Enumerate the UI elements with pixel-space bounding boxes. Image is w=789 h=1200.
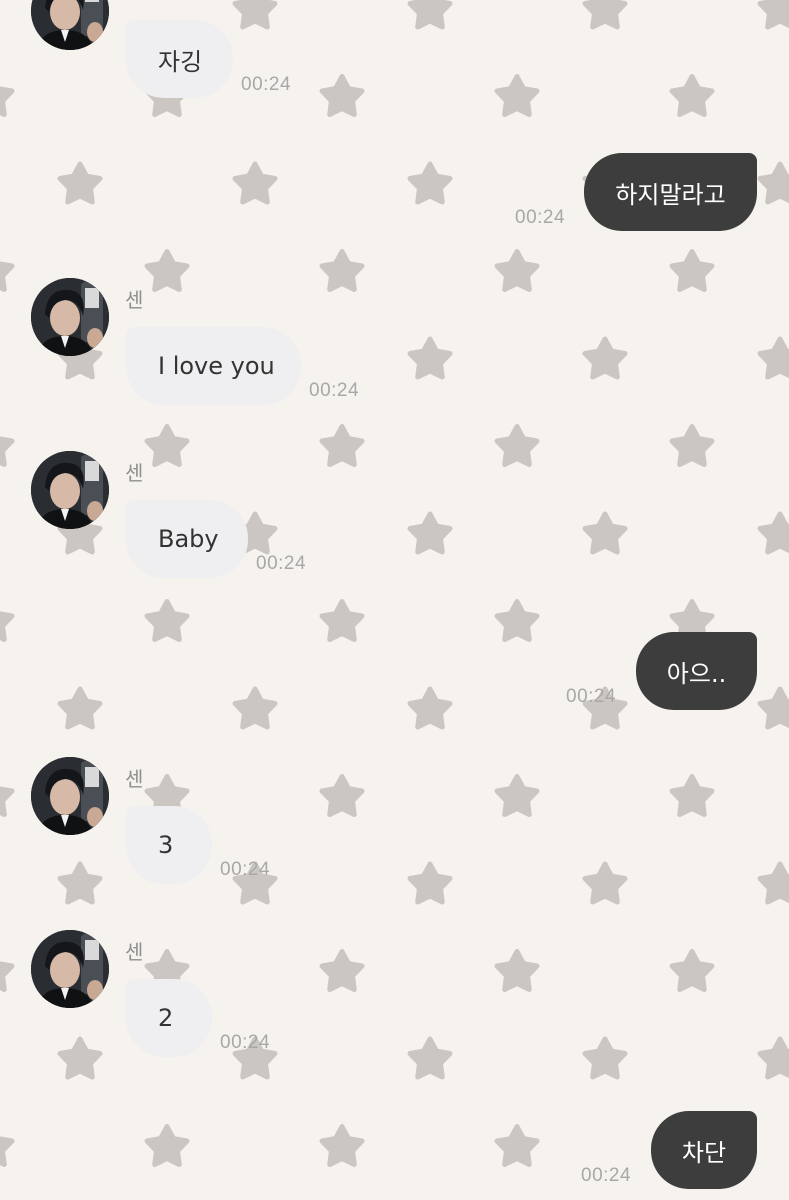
sender-avatar[interactable] [31,757,109,835]
sender-avatar[interactable] [31,930,109,1008]
star-icon [494,1124,540,1167]
star-icon [319,74,365,117]
star-icon [582,1036,628,1080]
portrait-image [31,278,109,356]
sender-name: 센 [125,940,144,964]
star-icon [757,336,789,380]
star-icon [669,249,715,292]
star-icon [0,86,15,117]
star-icon [144,424,190,467]
star-icon [0,1136,15,1167]
star-icon [232,686,278,730]
message-bubble[interactable]: 하지말라고 [584,153,757,231]
star-icon [232,0,278,30]
message-bubble[interactable]: I love you [126,327,301,405]
message-timestamp: 00:24 [241,74,292,95]
message-timestamp: 00:24 [566,686,617,707]
message-timestamp: 00:24 [581,1165,632,1186]
star-icon [757,1036,789,1080]
portrait-image [31,451,109,529]
message-timestamp: 00:24 [309,380,360,401]
portrait-image [31,757,109,835]
star-icon [669,74,715,117]
star-icon [582,511,628,555]
star-icon [407,686,453,730]
star-icon [319,249,365,292]
star-icon [407,336,453,380]
sender-avatar[interactable] [31,451,109,529]
star-icon [757,686,789,730]
message-bubble[interactable]: 2 [126,979,212,1057]
star-icon [757,161,789,205]
star-icon [0,436,15,467]
star-icon [319,424,365,467]
star-icon [407,511,453,555]
star-icon [57,1036,103,1080]
star-icon [494,424,540,467]
message-bubble[interactable]: 자깅 [126,20,233,98]
star-icon [232,161,278,205]
star-icon [757,0,789,30]
star-icon [582,0,628,30]
star-icon [494,74,540,117]
star-icon [319,949,365,992]
star-icon [144,599,190,642]
star-icon [407,0,453,30]
message-bubble[interactable]: 차단 [651,1111,757,1189]
star-icon [407,1036,453,1080]
star-icon [144,249,190,292]
message-timestamp: 00:24 [256,553,307,574]
star-icon [0,261,15,292]
message-timestamp: 00:24 [515,207,566,228]
message-bubble[interactable]: 아으.. [636,632,757,710]
portrait-image [31,930,109,1008]
star-icon [407,161,453,205]
star-icon [757,511,789,555]
sender-avatar[interactable] [31,278,109,356]
star-icon [494,949,540,992]
star-icon [57,161,103,205]
star-icon [57,861,103,905]
star-icon [57,686,103,730]
sender-name: 센 [125,767,144,791]
star-icon [494,599,540,642]
star-icon [144,1124,190,1167]
sender-name: 센 [125,288,144,312]
star-icon [757,861,789,905]
star-icon [494,249,540,292]
star-icon [582,336,628,380]
star-icon [669,424,715,467]
message-timestamp: 00:24 [220,859,271,880]
message-timestamp: 00:24 [220,1032,271,1053]
star-icon [669,949,715,992]
star-icon [582,861,628,905]
star-icon [669,774,715,817]
star-icon [494,774,540,817]
message-bubble[interactable]: Baby [126,500,248,578]
message-bubble[interactable]: 3 [126,806,212,884]
star-icon [407,861,453,905]
sender-name: 센 [125,461,144,485]
star-icon [0,786,15,817]
star-icon [319,774,365,817]
star-icon [319,1124,365,1167]
star-icon [0,961,15,992]
star-icon [319,599,365,642]
star-icon [0,611,15,642]
